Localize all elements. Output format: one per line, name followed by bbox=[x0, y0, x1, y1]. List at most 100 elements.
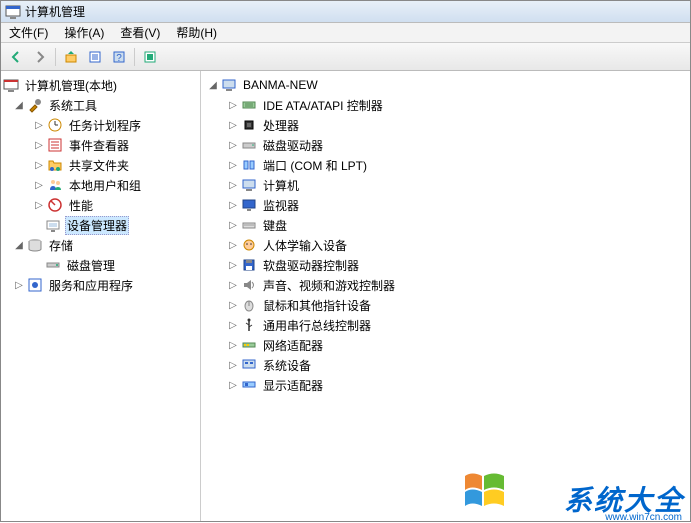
performance-icon bbox=[47, 197, 63, 213]
tree-system-tools[interactable]: ◢ 系统工具 bbox=[1, 95, 200, 115]
device-ports[interactable]: ▷ 端口 (COM 和 LPT) bbox=[201, 155, 690, 175]
collapse-icon[interactable]: ◢ bbox=[13, 239, 25, 251]
expand-icon[interactable]: ▷ bbox=[227, 339, 239, 351]
tools-icon bbox=[27, 97, 43, 113]
device-hid[interactable]: ▷人体学输入设备 bbox=[201, 235, 690, 255]
expand-icon[interactable]: ▷ bbox=[227, 219, 239, 231]
expand-icon[interactable]: ▷ bbox=[33, 179, 45, 191]
keyboard-label: 键盘 bbox=[261, 216, 289, 235]
storage-icon bbox=[27, 237, 43, 253]
disk-mgmt-icon bbox=[45, 257, 61, 273]
device-floppy[interactable]: ▷ 软盘驱动器控制器 bbox=[201, 255, 690, 275]
menu-help[interactable]: 帮助(H) bbox=[172, 22, 221, 43]
floppy-label: 软盘驱动器控制器 bbox=[261, 256, 361, 275]
device-cpu[interactable]: ▷ 处理器 bbox=[201, 115, 690, 135]
usb-label: 通用串行总线控制器 bbox=[261, 316, 373, 335]
sound-icon bbox=[241, 277, 257, 293]
collapse-icon[interactable]: ◢ bbox=[13, 99, 25, 111]
expand-icon[interactable]: ▷ bbox=[33, 119, 45, 131]
tree-device-manager[interactable]: 设备管理器 bbox=[1, 215, 200, 235]
expand-icon[interactable]: ▷ bbox=[33, 199, 45, 211]
title-bar[interactable]: 计算机管理 bbox=[1, 1, 690, 23]
device-display[interactable]: ▷显示适配器 bbox=[201, 375, 690, 395]
device-network[interactable]: ▷网络适配器 bbox=[201, 335, 690, 355]
expand-icon[interactable]: ▷ bbox=[227, 259, 239, 271]
device-mouse[interactable]: ▷ 鼠标和其他指针设备 bbox=[201, 295, 690, 315]
computer-icon bbox=[221, 77, 237, 93]
cpu-label: 处理器 bbox=[261, 116, 301, 135]
tree-root[interactable]: 计算机管理(本地) bbox=[1, 75, 200, 95]
ports-label: 端口 (COM 和 LPT) bbox=[261, 156, 369, 175]
expand-icon[interactable]: ▷ bbox=[33, 159, 45, 171]
floppy-icon bbox=[241, 257, 257, 273]
menu-view[interactable]: 查看(V) bbox=[116, 22, 164, 43]
back-button[interactable] bbox=[5, 46, 27, 68]
toolbar-separator-2 bbox=[134, 48, 135, 66]
tree-disk-mgmt[interactable]: 磁盘管理 bbox=[1, 255, 200, 275]
menu-action[interactable]: 操作(A) bbox=[60, 22, 108, 43]
device-keyboard[interactable]: ▷ 键盘 bbox=[201, 215, 690, 235]
device-sound[interactable]: ▷声音、视频和游戏控制器 bbox=[201, 275, 690, 295]
expand-icon[interactable]: ▷ bbox=[227, 199, 239, 211]
properties-button[interactable] bbox=[84, 46, 106, 68]
toolbar: ? bbox=[1, 43, 690, 71]
system-icon bbox=[241, 357, 257, 373]
device-system[interactable]: ▷系统设备 bbox=[201, 355, 690, 375]
shared-folders-label: 共享文件夹 bbox=[67, 156, 131, 175]
ide-label: IDE ATA/ATAPI 控制器 bbox=[261, 96, 385, 115]
expand-icon[interactable]: ▷ bbox=[227, 139, 239, 151]
left-panel: 计算机管理(本地) ◢ 系统工具 ▷ 任务计划程序 bbox=[1, 71, 201, 521]
device-manager-label: 设备管理器 bbox=[65, 216, 129, 235]
mouse-label: 鼠标和其他指针设备 bbox=[261, 296, 373, 315]
help-button[interactable]: ? bbox=[108, 46, 130, 68]
expand-icon[interactable]: ▷ bbox=[227, 99, 239, 111]
keyboard-icon bbox=[241, 217, 257, 233]
up-button[interactable] bbox=[60, 46, 82, 68]
app-icon bbox=[5, 4, 21, 20]
disk-mgmt-label: 磁盘管理 bbox=[65, 256, 117, 275]
tree-local-users[interactable]: ▷ 本地用户和组 bbox=[1, 175, 200, 195]
tree-services-apps[interactable]: ▷ 服务和应用程序 bbox=[1, 275, 200, 295]
expand-icon[interactable]: ▷ bbox=[227, 299, 239, 311]
monitor-label: 监视器 bbox=[261, 196, 301, 215]
expand-icon[interactable]: ▷ bbox=[227, 239, 239, 251]
tree-task-scheduler[interactable]: ▷ 任务计划程序 bbox=[1, 115, 200, 135]
window-frame: 计算机管理 文件(F) 操作(A) 查看(V) 帮助(H) ? 计算机管理(本地… bbox=[0, 0, 691, 522]
device-disk[interactable]: ▷磁盘驱动器 bbox=[201, 135, 690, 155]
tree-storage[interactable]: ◢ 存储 bbox=[1, 235, 200, 255]
device-usb[interactable]: ▷ 通用串行总线控制器 bbox=[201, 315, 690, 335]
expand-icon[interactable]: ▷ bbox=[227, 379, 239, 391]
device-root[interactable]: ◢ BANMA-NEW bbox=[201, 75, 690, 95]
expand-icon[interactable]: ▷ bbox=[227, 319, 239, 331]
tree-performance[interactable]: ▷ 性能 bbox=[1, 195, 200, 215]
ide-icon bbox=[241, 97, 257, 113]
expand-icon[interactable]: ▷ bbox=[227, 179, 239, 191]
computer-label: 计算机 bbox=[261, 176, 301, 195]
expand-icon[interactable]: ▷ bbox=[227, 159, 239, 171]
pc-icon bbox=[241, 177, 257, 193]
expand-icon[interactable]: ▷ bbox=[227, 119, 239, 131]
local-users-label: 本地用户和组 bbox=[67, 176, 143, 195]
collapse-icon[interactable]: ◢ bbox=[207, 79, 219, 91]
event-icon bbox=[47, 137, 63, 153]
menu-bar: 文件(F) 操作(A) 查看(V) 帮助(H) bbox=[1, 23, 690, 43]
performance-label: 性能 bbox=[67, 196, 95, 215]
services-icon bbox=[27, 277, 43, 293]
forward-button[interactable] bbox=[29, 46, 51, 68]
ports-icon bbox=[241, 157, 257, 173]
services-apps-label: 服务和应用程序 bbox=[47, 276, 135, 295]
device-ide[interactable]: ▷ IDE ATA/ATAPI 控制器 bbox=[201, 95, 690, 115]
tree-event-viewer[interactable]: ▷ 事件查看器 bbox=[1, 135, 200, 155]
tree-shared-folders[interactable]: ▷ 共享文件夹 bbox=[1, 155, 200, 175]
view-button[interactable] bbox=[139, 46, 161, 68]
expand-icon[interactable]: ▷ bbox=[33, 139, 45, 151]
device-computer[interactable]: ▷ 计算机 bbox=[201, 175, 690, 195]
expand-icon[interactable]: ▷ bbox=[13, 279, 25, 291]
expand-icon[interactable]: ▷ bbox=[227, 359, 239, 371]
content-area: 计算机管理(本地) ◢ 系统工具 ▷ 任务计划程序 bbox=[1, 71, 690, 521]
right-panel: ◢ BANMA-NEW ▷ IDE ATA/ATAPI 控制器 ▷ 处理器 ▷磁盘驱… bbox=[201, 71, 690, 521]
mouse-icon bbox=[241, 297, 257, 313]
expand-icon[interactable]: ▷ bbox=[227, 279, 239, 291]
device-monitor[interactable]: ▷ 监视器 bbox=[201, 195, 690, 215]
menu-file[interactable]: 文件(F) bbox=[5, 22, 52, 43]
